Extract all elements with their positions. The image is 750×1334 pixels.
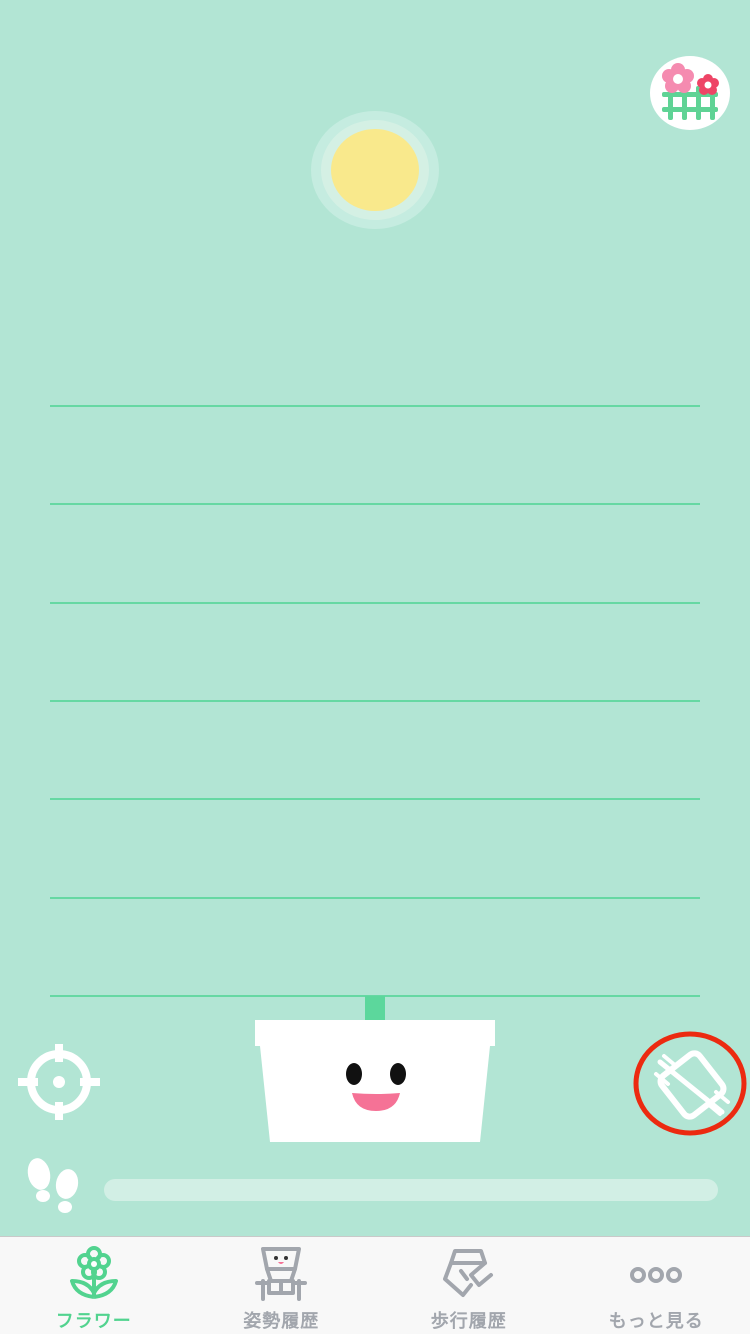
tab-more[interactable]: もっと見る [563,1237,750,1334]
guide-line [50,897,700,899]
tab-label: 歩行履歴 [430,1311,507,1332]
footprints-icon [27,1158,79,1213]
garden-button[interactable] [650,56,730,130]
guide-line [50,798,700,800]
more-dots-icon [630,1267,683,1283]
tab-walking-history[interactable]: 歩行履歴 [375,1237,563,1334]
walking-history-icon [442,1249,493,1297]
flower-icon [69,1246,118,1299]
tab-label: 姿勢履歴 [243,1311,320,1332]
guide-line [50,602,700,604]
steps-progress-bar [104,1179,718,1201]
tab-flower[interactable]: フラワー [0,1237,188,1334]
smiling-flower-pot-icon [255,996,495,1142]
crosshair-icon [18,1044,100,1120]
flower-scene [0,0,750,1236]
guide-line [50,700,700,702]
tab-posture-history[interactable]: 姿勢履歴 [188,1237,376,1334]
screen-rotation-lock-icon [654,1050,730,1120]
flower-garden-icon [662,63,719,120]
tab-bar: フラワー 姿勢履歴 歩行履歴 もっと見る [0,1236,750,1334]
locate-button[interactable] [18,1044,100,1120]
sun-icon [311,111,439,229]
guide-line [50,503,700,505]
tab-label: もっと見る [608,1311,704,1332]
posture-history-icon [255,1247,308,1301]
rotation-lock-button[interactable] [646,1042,738,1128]
tab-label: フラワー [55,1311,132,1332]
guide-line [50,405,700,407]
